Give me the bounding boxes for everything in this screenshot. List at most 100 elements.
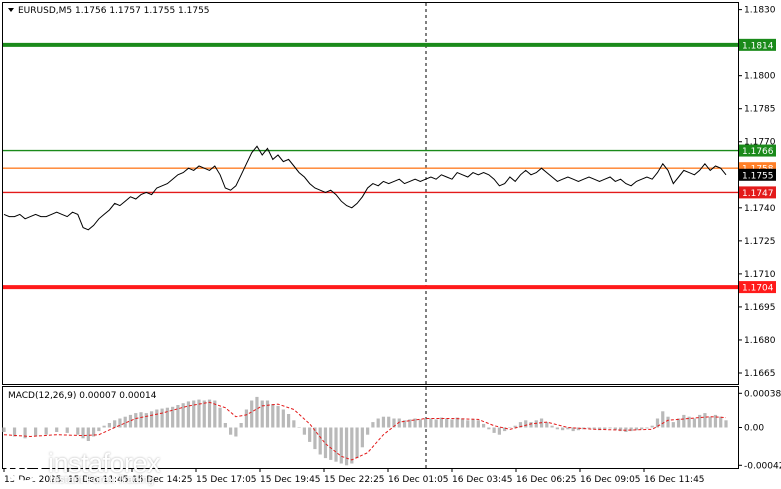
macd-bar	[561, 427, 565, 431]
macd-bar	[418, 419, 422, 428]
macd-bar	[640, 427, 644, 430]
macd-bar	[160, 408, 164, 428]
macd-axis: 0.00038 0.00 -0.00042	[738, 389, 781, 471]
instaforex-logo: instaforex Instant Forex Trading	[6, 446, 196, 486]
macd-bar	[139, 412, 143, 428]
current-price-label: 1.1755	[742, 171, 774, 181]
price-tick-label: 1.1725	[744, 237, 776, 247]
macd-bar	[286, 414, 291, 428]
macd-bar	[2, 427, 6, 432]
macd-bar	[276, 405, 280, 428]
macd-bar	[466, 420, 470, 428]
time-tick-label: 15 Dec 22:25	[324, 475, 385, 485]
time-tick-label: 15 Dec 17:05	[196, 475, 257, 485]
macd-bar	[323, 427, 328, 459]
macd-bar	[65, 427, 69, 433]
macd-tick-label: -0.00042	[744, 461, 781, 471]
macd-bar	[692, 418, 696, 428]
macd-bar	[497, 427, 501, 435]
macd-label: MACD(12,26,9) 0.00007 0.00014	[8, 391, 157, 401]
macd-bar	[618, 427, 623, 432]
macd-bar	[666, 416, 670, 428]
macd-bar	[450, 419, 454, 428]
macd-bar	[682, 414, 686, 428]
macd-bar	[134, 413, 138, 428]
price-tick-label: 1.1830	[744, 6, 776, 16]
macd-bar	[97, 427, 101, 432]
macd-bar	[34, 427, 38, 437]
macd-bar	[481, 423, 486, 428]
macd-bar	[492, 427, 496, 433]
macd-bar	[297, 427, 301, 428]
macd-bar	[445, 418, 449, 428]
macd-bar	[329, 427, 333, 460]
macd-bar	[223, 423, 227, 428]
macd-bar	[508, 427, 512, 428]
macd-bar	[81, 427, 85, 439]
macd-bar	[318, 427, 322, 455]
macd-bar	[355, 427, 359, 459]
macd-bar	[587, 427, 591, 429]
time-tick-label: 16 Dec 01:05	[388, 475, 449, 485]
macd-tick-label: 0.00038	[744, 389, 781, 399]
level-badge-label: 1.1704	[742, 284, 774, 294]
macd-bar	[229, 427, 233, 435]
macd-bar	[524, 420, 528, 428]
macd-bar	[76, 427, 80, 435]
price-tick-label: 1.1680	[744, 336, 776, 346]
macd-bar	[165, 407, 169, 428]
macd-bar	[545, 422, 549, 428]
brand-tagline: Instant Forex Trading	[50, 474, 154, 486]
macd-bar	[476, 420, 480, 428]
macd-bar	[339, 427, 343, 464]
level-badge-label: 1.1814	[742, 41, 774, 51]
trading-chart[interactable]: 1.18301.18151.18001.17851.17701.17551.17…	[0, 0, 781, 489]
price-tick-label: 1.1800	[744, 72, 776, 82]
macd-bar	[234, 427, 238, 437]
macd-bar	[281, 409, 285, 428]
macd-bar	[255, 396, 259, 428]
macd-bar	[434, 419, 438, 428]
macd-bar	[529, 422, 533, 428]
macd-bar	[661, 411, 665, 428]
macd-bar	[650, 425, 654, 428]
level-badge-label: 1.1747	[742, 189, 774, 199]
instaforex-logo-icon	[6, 448, 42, 484]
macd-bar	[55, 427, 59, 432]
macd-bar	[113, 420, 117, 428]
macd-bar	[107, 423, 112, 428]
macd-bar	[250, 400, 254, 428]
macd-bar	[724, 420, 728, 428]
macd-bar	[555, 427, 559, 430]
time-tick-label: 16 Dec 06:25	[516, 475, 577, 485]
price-tick-label: 1.1740	[744, 204, 776, 214]
macd-bar	[334, 427, 338, 462]
macd-bar	[366, 427, 370, 435]
price-tick-label: 1.1785	[744, 105, 776, 115]
macd-bar	[102, 425, 106, 428]
macd-bar	[239, 423, 243, 428]
macd-bar	[429, 418, 433, 428]
macd-bar	[128, 414, 133, 428]
time-tick-label: 16 Dec 09:05	[580, 475, 641, 485]
macd-bar	[265, 400, 270, 428]
price-tick-label: 1.1665	[744, 369, 776, 379]
macd-bar	[708, 416, 712, 428]
macd-bar	[244, 409, 249, 428]
macd-bar	[202, 400, 206, 428]
price-tick-label: 1.1695	[744, 303, 776, 313]
symbol-info: EURUSD,M5 1.1756 1.1757 1.1755 1.1755	[18, 6, 210, 16]
price-pane[interactable]	[2, 2, 739, 385]
macd-bar	[360, 427, 364, 448]
macd-bar	[302, 427, 306, 435]
macd-bar	[313, 427, 317, 450]
macd-bar	[698, 414, 702, 428]
macd-bar	[439, 417, 444, 428]
macd-bar	[460, 418, 465, 428]
macd-bar	[292, 420, 296, 428]
macd-bar	[424, 418, 428, 428]
macd-bar	[376, 418, 380, 428]
macd-bar	[171, 406, 175, 428]
macd-bar	[271, 404, 275, 428]
macd-bar	[218, 407, 222, 428]
